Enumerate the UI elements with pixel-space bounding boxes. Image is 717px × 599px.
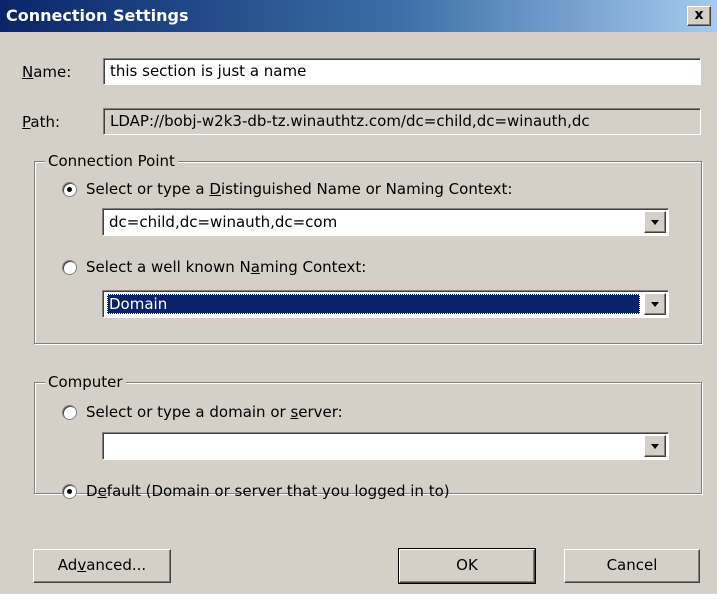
distinguished-name-combo-value: dc=child,dc=winauth,dc=com [109, 213, 338, 231]
chevron-down-icon[interactable] [644, 435, 666, 457]
well-known-context-option-label: Select a well known Naming Context: [86, 258, 367, 276]
distinguished-name-combo[interactable]: dc=child,dc=winauth,dc=com [102, 208, 669, 236]
distinguished-name-option[interactable]: Select or type a Distinguished Name or N… [62, 180, 512, 198]
advanced-button[interactable]: Advanced... [33, 549, 171, 583]
distinguished-name-option-label: Select or type a Distinguished Name or N… [86, 180, 513, 198]
well-known-context-combo-value: Domain [107, 294, 640, 314]
name-input[interactable]: this section is just a name [103, 58, 701, 85]
default-server-radio[interactable] [62, 483, 77, 499]
ok-button[interactable]: OK [398, 548, 536, 584]
dialog-title: Connection Settings [6, 6, 189, 25]
name-label: Name: [22, 63, 72, 81]
connection-point-group-title: Connection Point [45, 152, 178, 170]
domain-or-server-option-label: Select or type a domain or server: [86, 403, 343, 421]
domain-or-server-combo-value [107, 436, 640, 456]
title-bar[interactable]: Connection Settings x [0, 0, 717, 32]
path-label: Path: [22, 113, 61, 131]
domain-or-server-combo[interactable] [102, 432, 669, 460]
well-known-context-option[interactable]: Select a well known Naming Context: [62, 258, 366, 276]
default-server-option[interactable]: Default (Domain or server that you logge… [62, 482, 450, 500]
chevron-down-icon[interactable] [644, 211, 666, 233]
close-icon: x [694, 7, 704, 23]
close-button[interactable]: x [687, 6, 711, 26]
computer-group-title: Computer [45, 373, 126, 391]
domain-or-server-option[interactable]: Select or type a domain or server: [62, 403, 343, 421]
well-known-context-combo[interactable]: Domain [102, 290, 669, 318]
distinguished-name-radio[interactable] [62, 181, 77, 197]
chevron-down-icon[interactable] [644, 293, 666, 315]
path-field[interactable]: LDAP://bobj-w2k3-db-tz.winauthtz.com/dc=… [103, 108, 701, 135]
domain-or-server-radio[interactable] [62, 404, 77, 420]
well-known-context-radio[interactable] [62, 259, 77, 275]
default-server-option-label: Default (Domain or server that you logge… [86, 482, 450, 500]
connection-settings-dialog: Connection Settings x Name: this section… [0, 0, 717, 594]
cancel-button[interactable]: Cancel [564, 549, 700, 583]
